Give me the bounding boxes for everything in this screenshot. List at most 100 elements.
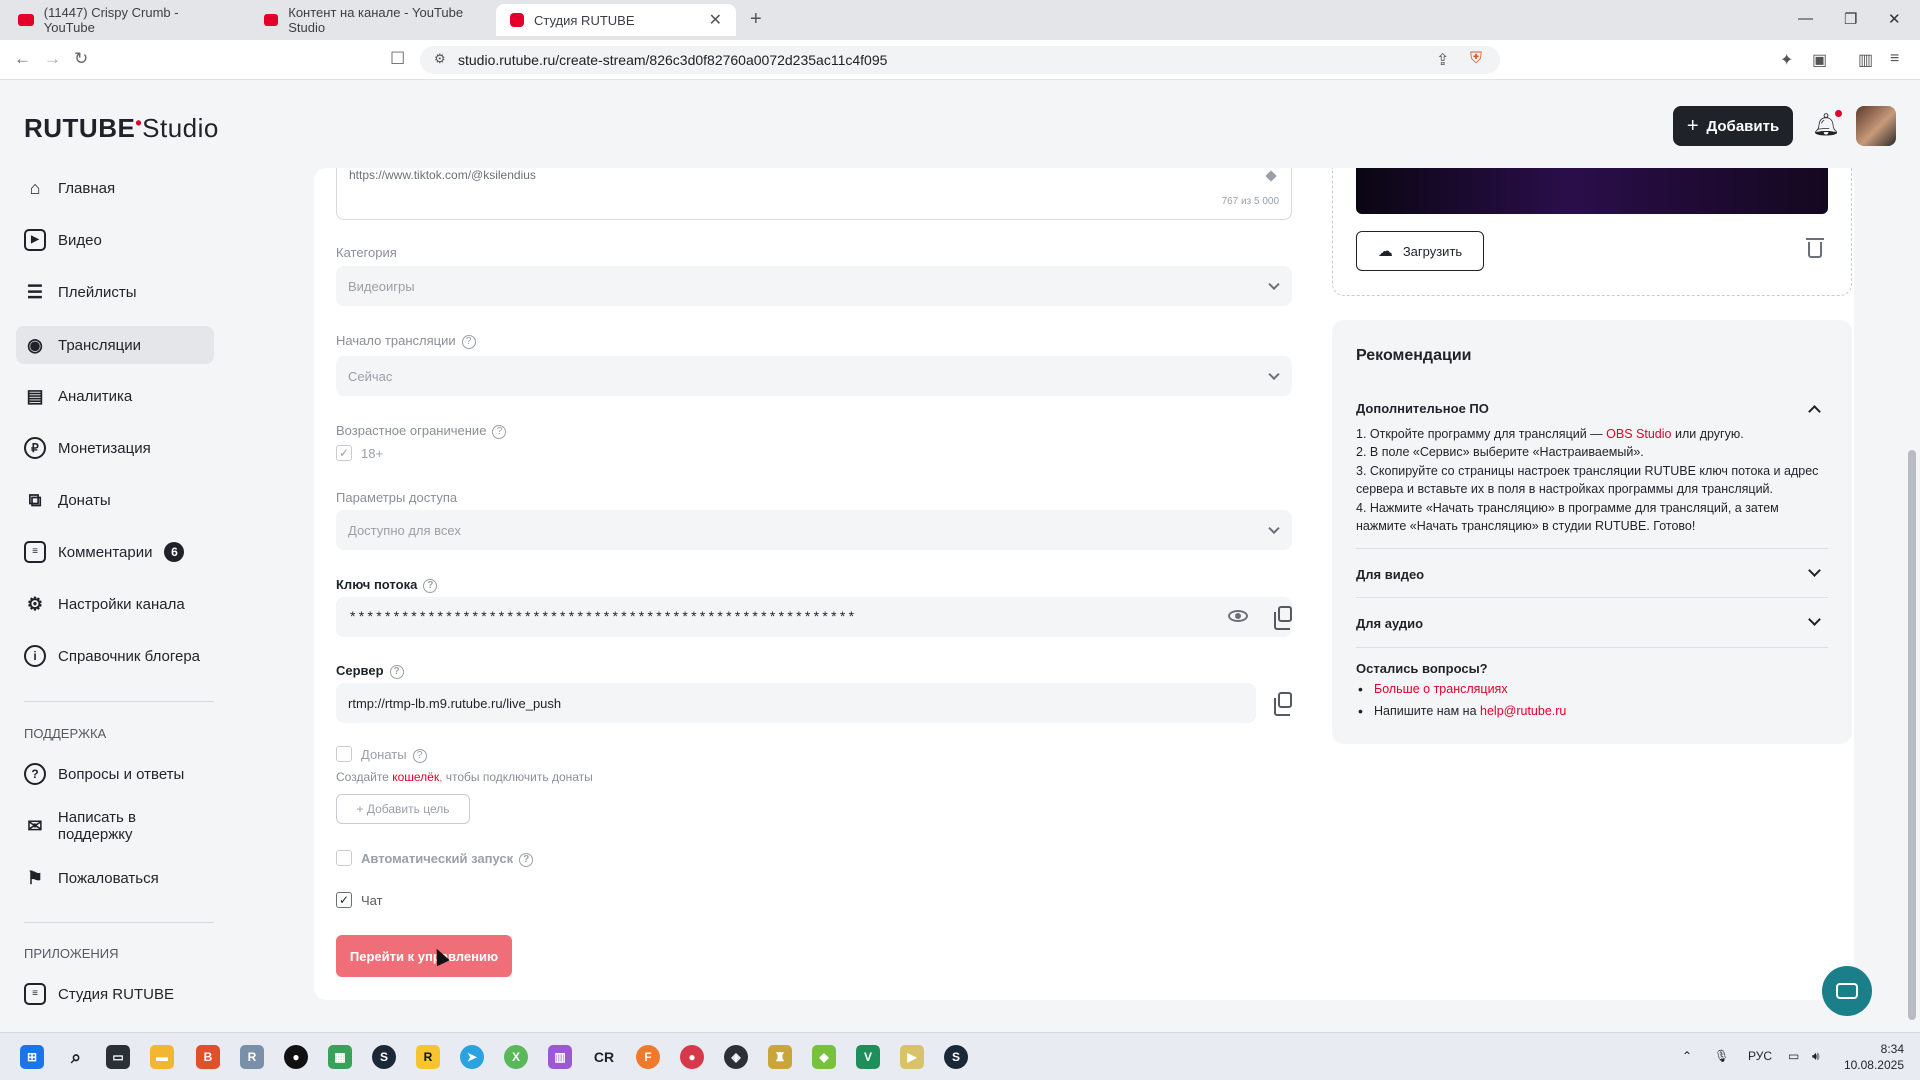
chat-checkbox[interactable]: ✓ [336, 892, 352, 908]
sidebar-item-donations[interactable]: ⧉ Донаты [16, 481, 214, 519]
firefox-icon[interactable]: F [636, 1045, 660, 1069]
app-red-icon[interactable]: ● [680, 1045, 704, 1069]
category-select[interactable]: Видеоигры [336, 266, 1292, 306]
volume-icon[interactable]: 🔊︎ [1812, 1049, 1820, 1064]
wallet-icon[interactable]: ▣ [1812, 50, 1827, 70]
steam-icon[interactable]: S [372, 1045, 396, 1069]
menu-icon[interactable]: ≡ [1890, 50, 1899, 68]
sidebar-item-comments[interactable]: ≡ Комментарии 6 [16, 533, 214, 571]
app-green-icon[interactable]: ◆ [812, 1045, 836, 1069]
show-key-icon[interactable] [1228, 610, 1248, 622]
more-streams-link[interactable]: Больше о трансляциях [1374, 682, 1508, 696]
file-explorer-icon[interactable]: ▬ [150, 1045, 174, 1069]
back-icon[interactable]: ← [14, 49, 31, 69]
help-icon[interactable]: ? [423, 578, 438, 593]
sidebar-item-playlists[interactable]: ☰ Плейлисты [16, 273, 214, 311]
copy-key-icon[interactable] [1274, 606, 1292, 630]
avatar[interactable] [1856, 106, 1896, 146]
reload-icon[interactable]: ↻ [74, 49, 88, 69]
sidebar-item-home[interactable]: ⌂ Главная [16, 169, 214, 207]
extensions-icon[interactable]: ✦ [1780, 50, 1793, 70]
sidebar-item-blogger-guide[interactable]: i Справочник блогера [16, 637, 214, 675]
add-goal-button[interactable]: + Добавить цель [336, 794, 470, 824]
description-textarea[interactable]: https://www.tiktok.com/@ksilendius 767 и… [336, 168, 1292, 220]
server-field[interactable]: rtmp://rtmp-lb.m9.rutube.ru/live_push [336, 683, 1256, 723]
help-icon[interactable]: ? [389, 664, 404, 679]
sidebar-item-rutube-studio-app[interactable]: ≡ Студия RUTUBE [16, 975, 214, 1013]
sidebar-item-analytics[interactable]: ▤ Аналитика [16, 377, 214, 415]
tab-youtube[interactable]: (11447) Crispy Crumb - YouTube [4, 4, 244, 36]
task-view-icon[interactable]: ▭ [106, 1045, 130, 1069]
accordion-extra-software[interactable]: Дополнительное ПО [1356, 401, 1489, 416]
tab-youtube-studio[interactable]: Контент на канале - YouTube Studio [250, 4, 494, 36]
upload-cover-button[interactable]: ☁ Загрузить [1356, 231, 1484, 271]
app-v-icon[interactable]: V [856, 1045, 880, 1069]
sidebar-item-faq[interactable]: ? Вопросы и ответы [16, 755, 214, 793]
brave-shield-icon[interactable]: ⛨ [1470, 50, 1482, 68]
support-chat-button[interactable] [1822, 966, 1872, 1016]
sidebar-item-video[interactable]: ▶ Видео [16, 221, 214, 259]
go-to-control-button[interactable]: Перейти к управлению [336, 935, 512, 977]
app-purple-icon[interactable]: ▥ [548, 1045, 572, 1069]
app-player-icon[interactable]: ▶ [900, 1045, 924, 1069]
search-icon[interactable]: ⌕ [64, 1045, 88, 1069]
clock[interactable]: 8:34 10.08.2025 [1840, 1041, 1904, 1073]
access-select[interactable]: Доступно для всех [336, 510, 1292, 550]
sidebar-item-streams[interactable]: ◉ Трансляции [16, 326, 214, 364]
help-icon[interactable]: ? [461, 334, 476, 349]
sidebar-item-monetization[interactable]: ₽ Монетизация [16, 429, 214, 467]
obs-studio-link[interactable]: OBS Studio [1606, 427, 1671, 441]
telegram-icon[interactable]: ➤ [460, 1045, 484, 1069]
help-icon[interactable]: ? [492, 424, 507, 439]
app-rb-icon[interactable]: R [416, 1045, 440, 1069]
windows-start-icon[interactable]: ⊞ [20, 1045, 44, 1069]
spreadsheet-icon[interactable]: ▦ [328, 1045, 352, 1069]
help-icon[interactable]: ? [519, 852, 534, 867]
sidebar-item-report[interactable]: ⚑ Пожаловаться [16, 859, 214, 897]
stream-key-field[interactable]: ****************************************… [336, 597, 1292, 637]
create-wallet-link[interactable]: кошелёк [392, 770, 439, 784]
app-dark-icon[interactable]: ◈ [724, 1045, 748, 1069]
sidebar-item-channel-settings[interactable]: ⚙ Настройки канала [16, 585, 214, 623]
minimize-icon[interactable]: — [1798, 10, 1813, 27]
start-select[interactable]: Сейчас [336, 356, 1292, 396]
new-tab-icon[interactable]: + [750, 8, 762, 31]
language-indicator[interactable]: РУС [1748, 1049, 1772, 1063]
xbox-icon[interactable]: X [504, 1045, 528, 1069]
close-tab-icon[interactable]: ✕ [709, 10, 722, 30]
microphone-icon[interactable]: 🎙︎ [1714, 1049, 1729, 1063]
cr-icon[interactable]: CR [592, 1045, 616, 1069]
share-icon[interactable]: ⇪ [1436, 50, 1449, 70]
help-icon[interactable]: ? [412, 748, 427, 763]
rutube-studio-logo[interactable]: RUTUBE•Studio [24, 113, 219, 144]
resize-handle-icon[interactable] [1265, 170, 1277, 182]
help-email-link[interactable]: help@rutube.ru [1480, 704, 1566, 718]
trash-icon[interactable] [1806, 238, 1824, 258]
close-window-icon[interactable]: ✕ [1888, 10, 1901, 28]
bookmark-icon[interactable]: ☐ [390, 49, 405, 69]
restore-icon[interactable]: ❐ [1844, 10, 1857, 28]
accordion-for-audio[interactable]: Для аудио [1356, 616, 1423, 631]
donations-checkbox[interactable] [336, 746, 352, 762]
forward-icon[interactable]: → [44, 49, 61, 69]
upload-label: Загрузить [1402, 243, 1463, 259]
scrollbar-thumb[interactable] [1908, 450, 1916, 1020]
app-r-icon[interactable]: R [240, 1045, 264, 1069]
autostart-checkbox[interactable] [336, 850, 352, 866]
notifications-icon[interactable]: 🔔︎ [1812, 110, 1842, 138]
url-field[interactable]: ⚙ studio.rutube.ru/create-stream/826c3d0… [420, 46, 1500, 74]
tray-chevron-up-icon[interactable]: ⌃ [1682, 1049, 1692, 1063]
add-button[interactable]: + Добавить [1673, 106, 1793, 146]
copy-server-icon[interactable] [1274, 692, 1292, 716]
tab-rutube-studio[interactable]: Студия RUTUBE ✕ [496, 4, 736, 36]
age-18-checkbox[interactable]: ✓ [336, 445, 352, 461]
accordion-for-video[interactable]: Для видео [1356, 567, 1424, 582]
steam-icon[interactable]: S [944, 1045, 968, 1069]
brave-browser-icon[interactable]: B [196, 1045, 220, 1069]
app-gold-icon[interactable]: ♜ [768, 1045, 792, 1069]
sidebar-toggle-icon[interactable]: ▥ [1858, 50, 1873, 70]
sidebar-item-write-support[interactable]: ✉ Написать в поддержку [16, 807, 214, 845]
site-settings-icon[interactable]: ⚙ [434, 51, 446, 67]
network-icon[interactable]: ▭ [1788, 1049, 1799, 1063]
obs-icon[interactable]: ● [284, 1045, 308, 1069]
